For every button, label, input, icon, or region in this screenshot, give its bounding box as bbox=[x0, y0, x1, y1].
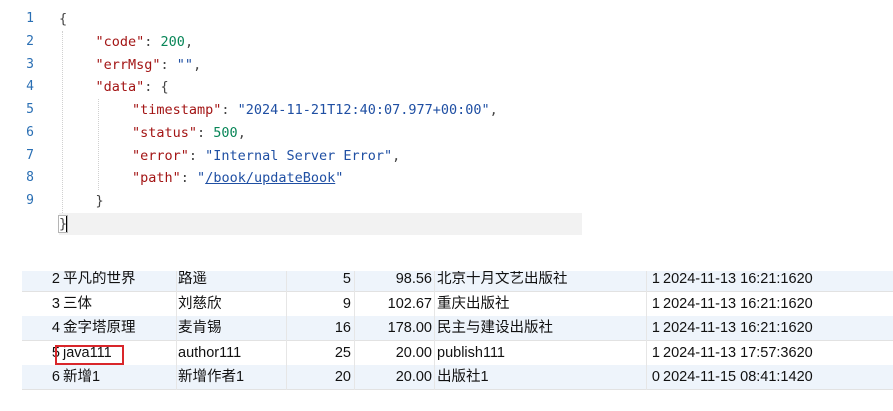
json-key: "code" bbox=[95, 33, 145, 50]
json-colon: : bbox=[144, 79, 161, 96]
code-line: "path": "/book/updateBook" bbox=[59, 167, 343, 189]
json-comma: , bbox=[392, 147, 401, 164]
json-key: "path" bbox=[132, 170, 181, 187]
cell-flag[interactable]: 1 bbox=[647, 341, 660, 366]
code-line: "errMsg": "", bbox=[59, 54, 202, 76]
code-line: "timestamp": "2024-11-21T12:40:07.977+00… bbox=[59, 99, 498, 121]
json-colon: : bbox=[144, 33, 161, 50]
json-key: "timestamp" bbox=[132, 102, 222, 118]
json-comma: , bbox=[184, 33, 194, 50]
json-colon: : bbox=[180, 170, 198, 187]
json-string-quote: " bbox=[335, 170, 344, 187]
cell-timestamp[interactable]: 2024-11-13 16:21:1620 bbox=[662, 271, 893, 292]
cell-publisher[interactable]: publish111 bbox=[435, 340, 647, 366]
cell-author[interactable]: 路遥 bbox=[177, 271, 287, 292]
table-row[interactable]: 3 三体 刘慈欣 9 102.67 重庆出版社 1 2024-11-13 16:21:1620 bbox=[22, 291, 893, 317]
cell-quantity[interactable]: 16 bbox=[287, 316, 355, 341]
json-colon: : bbox=[188, 147, 206, 164]
text-cursor bbox=[66, 215, 68, 232]
cell-flag[interactable]: 1 bbox=[647, 271, 660, 292]
cell-publisher[interactable]: 重庆出版社 bbox=[435, 291, 647, 317]
json-response-editor[interactable]: 123456789 {"code": 200, "errMsg": "", "dat… bbox=[0, 0, 600, 240]
json-string-quote: " bbox=[197, 170, 206, 187]
cell-id[interactable]: 3 bbox=[22, 292, 62, 317]
table-row[interactable]: 6 新增1 新增作者1 20 20.00 出版社1 0 2024-11-15 08:41:14… bbox=[22, 365, 893, 390]
line-number: 6 bbox=[26, 124, 34, 140]
cell-id[interactable]: 6 bbox=[22, 365, 62, 390]
path-link[interactable]: /book/updateBook bbox=[205, 170, 335, 186]
cell-price[interactable]: 178.00 bbox=[355, 316, 435, 341]
table-row[interactable]: 2 平凡的世界 路遥 5 98.56 北京十月文艺出版社 1 2024-11-13 16:21… bbox=[22, 271, 893, 292]
json-close-brace: } bbox=[95, 193, 104, 209]
cell-author[interactable]: 麦肯锡 bbox=[177, 316, 287, 341]
cell-quantity[interactable]: 5 bbox=[287, 271, 355, 292]
cell-price[interactable]: 20.00 bbox=[355, 340, 435, 366]
line-number: 9 bbox=[26, 193, 34, 208]
code-line: } bbox=[57, 212, 582, 235]
code-line: } bbox=[59, 190, 104, 212]
json-colon: : bbox=[160, 56, 177, 73]
cell-name[interactable]: 金字塔原理 bbox=[62, 316, 177, 341]
code-line: "data": { bbox=[59, 76, 169, 98]
cell-price[interactable]: 102.67 bbox=[355, 291, 435, 317]
books-table[interactable]: 2 平凡的世界 路遥 5 98.56 北京十月文艺出版社 1 2024-11-13 16:21… bbox=[0, 271, 893, 401]
cell-quantity[interactable]: 25 bbox=[287, 340, 355, 366]
line-number: 1 bbox=[26, 11, 34, 26]
json-key: "status" bbox=[132, 124, 198, 141]
cell-quantity[interactable]: 9 bbox=[287, 291, 355, 317]
json-string-value: "2024-11-21T12:40:07.977+00:00" bbox=[237, 102, 490, 118]
line-number: 4 bbox=[26, 79, 34, 95]
cell-timestamp[interactable]: 2024-11-13 16:21:1620 bbox=[662, 292, 893, 317]
cell-timestamp[interactable]: 2024-11-13 16:21:1620 bbox=[662, 316, 893, 341]
cell-id[interactable]: 4 bbox=[22, 316, 62, 341]
line-number: 7 bbox=[26, 147, 34, 163]
cell-publisher[interactable]: 北京十月文艺出版社 bbox=[435, 271, 647, 292]
cell-publisher[interactable]: 出版社1 bbox=[435, 365, 647, 390]
json-comma: , bbox=[193, 56, 202, 73]
code-line: { bbox=[59, 8, 67, 30]
json-number-value: 200 bbox=[160, 33, 185, 50]
json-comma: , bbox=[237, 124, 246, 141]
line-number: 8 bbox=[26, 170, 34, 186]
json-colon: : bbox=[221, 102, 238, 118]
json-comma: , bbox=[489, 102, 498, 118]
table-row[interactable]: 4 金字塔原理 麦肯锡 16 178.00 民主与建设出版社 1 2024-11-13 16:… bbox=[22, 316, 893, 341]
code-line: "code": 200, bbox=[59, 31, 194, 53]
cell-price[interactable]: 20.00 bbox=[355, 365, 435, 390]
table-row[interactable]: 5 java111 author111 25 20.00 publish111 1 2024-… bbox=[22, 340, 893, 366]
json-string-value: "" bbox=[176, 56, 194, 73]
json-key: "error" bbox=[132, 147, 189, 164]
cell-flag[interactable]: 0 bbox=[647, 365, 660, 390]
cell-flag[interactable]: 1 bbox=[647, 292, 660, 317]
cell-author[interactable]: author111 bbox=[177, 340, 287, 366]
json-open-brace: { bbox=[59, 11, 68, 27]
cell-name[interactable]: 新增1 bbox=[62, 365, 177, 390]
json-open-brace: { bbox=[160, 79, 169, 96]
line-number: 2 bbox=[26, 33, 34, 49]
json-string-value: "Internal Server Error" bbox=[205, 147, 393, 164]
cell-timestamp[interactable]: 2024-11-13 17:57:3620 bbox=[662, 341, 893, 366]
cell-price[interactable]: 98.56 bbox=[355, 271, 435, 292]
cell-author[interactable]: 刘慈欣 bbox=[177, 291, 287, 317]
json-colon: : bbox=[197, 124, 214, 141]
code-line: "status": 500, bbox=[59, 122, 246, 144]
json-number-value: 500 bbox=[213, 124, 238, 141]
line-number: 5 bbox=[26, 102, 34, 117]
cell-author[interactable]: 新增作者1 bbox=[177, 365, 287, 390]
json-key: "data" bbox=[95, 79, 145, 96]
cell-quantity[interactable]: 20 bbox=[287, 365, 355, 390]
line-number: 3 bbox=[26, 56, 34, 72]
cell-name[interactable]: 三体 bbox=[62, 291, 177, 317]
cell-name[interactable]: java111 bbox=[62, 340, 177, 366]
json-key: "errMsg" bbox=[95, 56, 161, 73]
cell-flag[interactable]: 1 bbox=[647, 316, 660, 341]
code-line: "error": "Internal Server Error", bbox=[59, 145, 400, 167]
cell-name[interactable]: 平凡的世界 bbox=[62, 271, 177, 292]
cell-id[interactable]: 2 bbox=[22, 271, 62, 292]
cell-timestamp[interactable]: 2024-11-15 08:41:1420 bbox=[662, 365, 893, 390]
cell-id[interactable]: 5 bbox=[22, 341, 62, 366]
cell-publisher[interactable]: 民主与建设出版社 bbox=[435, 316, 647, 341]
